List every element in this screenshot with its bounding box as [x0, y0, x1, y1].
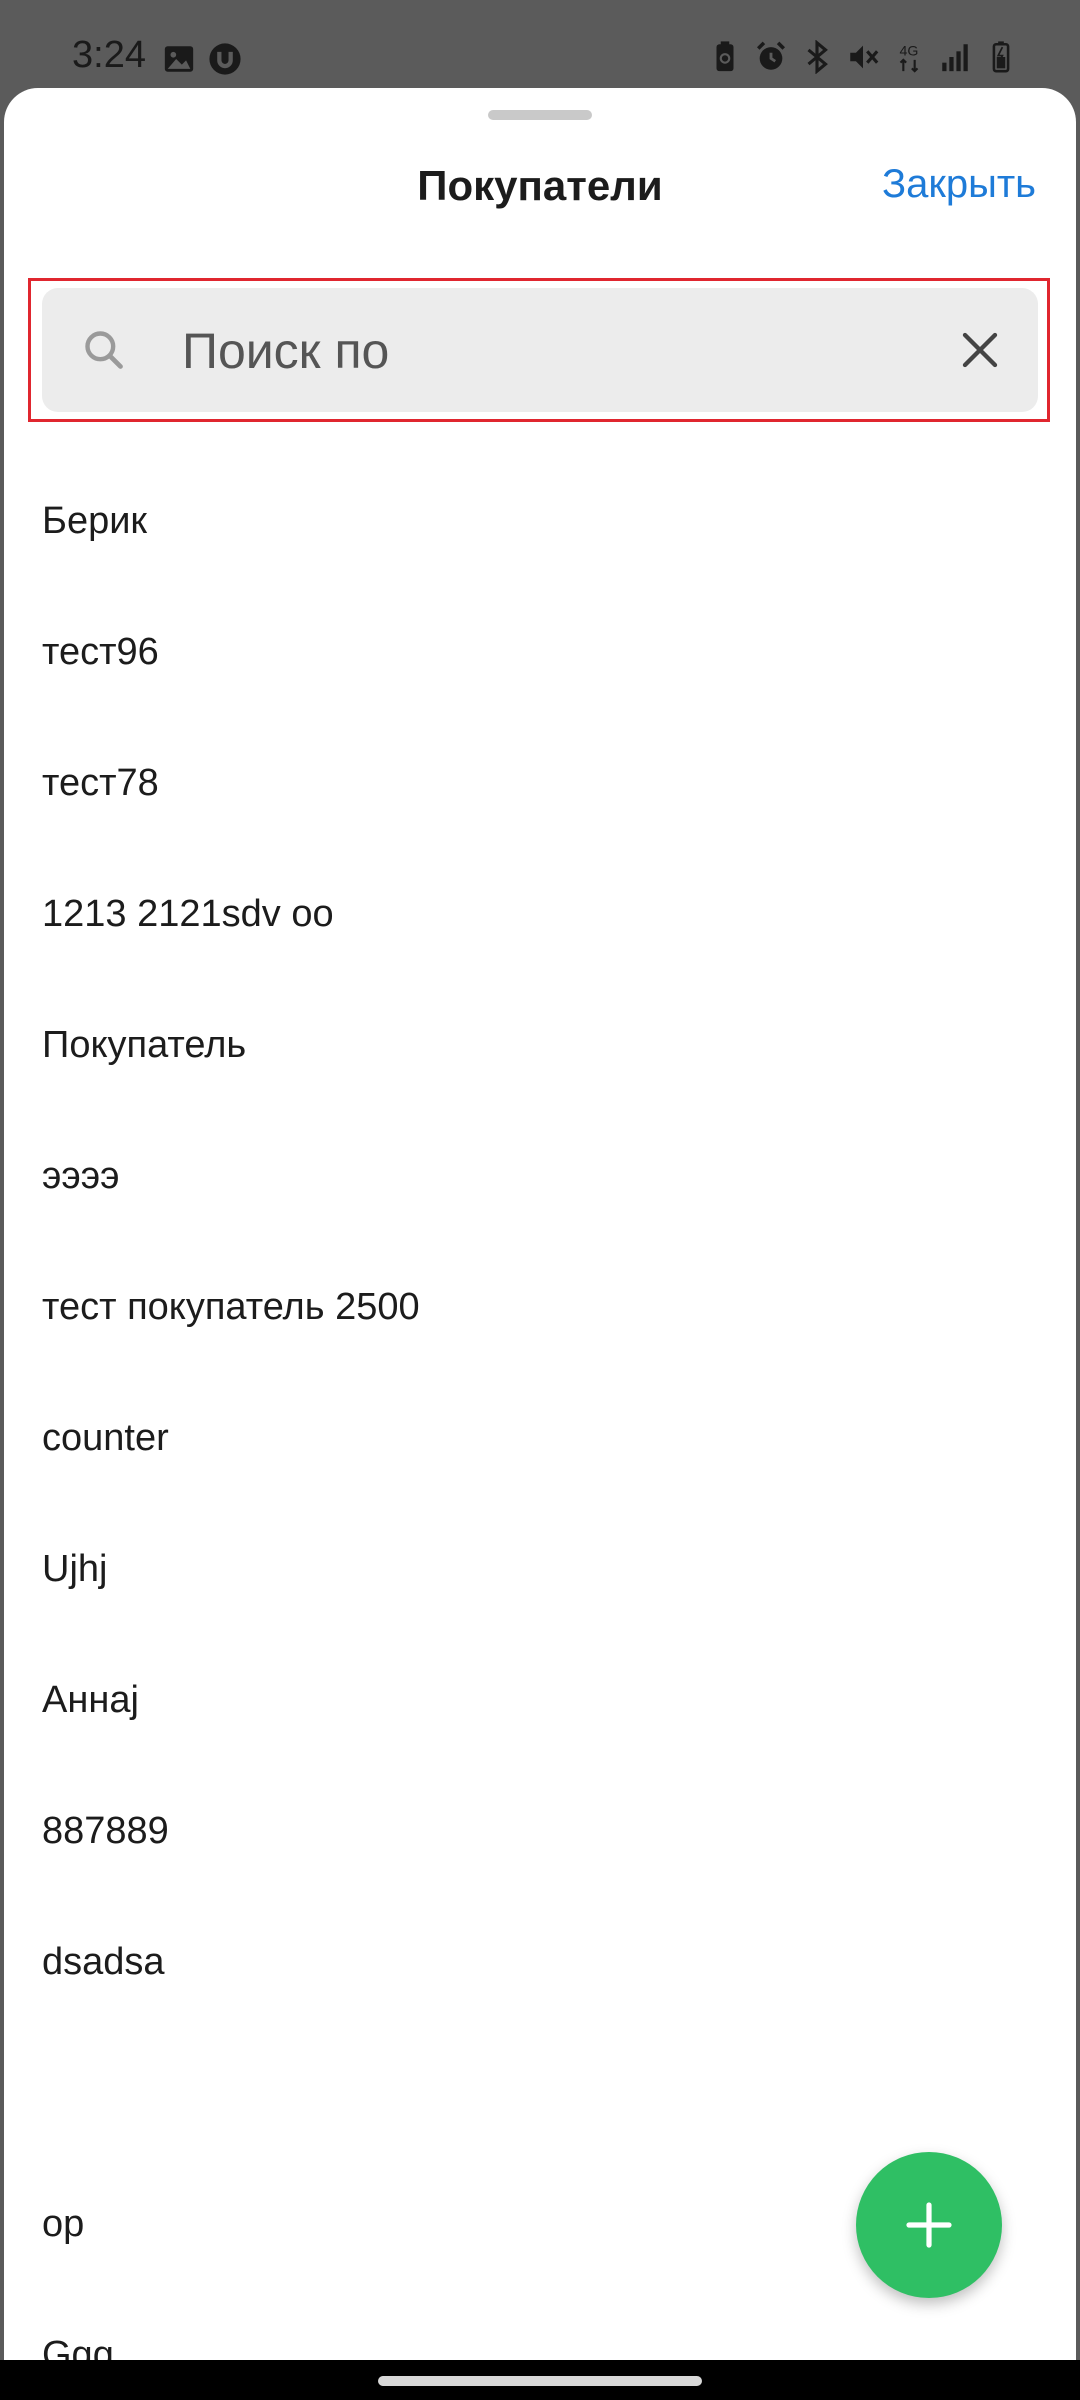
- list-item[interactable]: Покупатель: [42, 1024, 246, 1067]
- gallery-icon: [164, 46, 194, 72]
- close-button[interactable]: Закрыть: [882, 162, 1036, 207]
- list-item-empty[interactable]: [42, 2072, 942, 2118]
- list-item[interactable]: Ggg: [42, 2334, 114, 2360]
- list-item[interactable]: тест покупатель 2500: [42, 1286, 420, 1329]
- screen: 3:24 4G Покупатели Закрыть Поиск по Бери…: [0, 0, 1080, 2400]
- search-input[interactable]: [180, 314, 964, 388]
- status-left-icons: [162, 42, 242, 76]
- list-item[interactable]: ээээ: [42, 1155, 120, 1198]
- bluetooth-icon: [807, 40, 828, 74]
- mute-icon: [850, 45, 879, 69]
- home-indicator[interactable]: [378, 2376, 702, 2386]
- list-item[interactable]: op: [42, 2203, 84, 2246]
- status-bar: 3:24 4G: [0, 0, 1080, 88]
- network-label: 4G: [900, 44, 919, 60]
- list-item[interactable]: тест96: [42, 631, 159, 674]
- list-item[interactable]: counter: [42, 1417, 169, 1460]
- customers-bottom-sheet: Покупатели Закрыть Берик тест96 тест78 1…: [4, 88, 1076, 2360]
- plus-icon: [906, 2202, 952, 2248]
- list-item[interactable]: Берик: [42, 500, 147, 543]
- 4g-icon: 4G: [900, 44, 919, 73]
- list-item[interactable]: Ujhj: [42, 1548, 107, 1591]
- alarm-icon: [756, 41, 786, 70]
- search-box[interactable]: [42, 288, 1038, 412]
- battery-icon: [992, 41, 1010, 73]
- search-icon: [85, 331, 123, 369]
- status-right-icons: 4G: [708, 40, 1018, 74]
- list-item[interactable]: Аннаj: [42, 1679, 139, 1722]
- list-item[interactable]: 1213 2121sdv oo: [42, 893, 334, 936]
- navigation-bar: [0, 2360, 1080, 2400]
- add-customer-button[interactable]: [856, 2152, 1002, 2298]
- u-app-icon: [209, 43, 241, 75]
- status-time: 3:24: [72, 34, 146, 76]
- signal-icon: [942, 44, 968, 72]
- list-item[interactable]: тест78: [42, 762, 159, 805]
- list-item[interactable]: 887889: [42, 1810, 169, 1853]
- battery-saver-icon: [716, 41, 734, 72]
- list-item[interactable]: dsadsa: [42, 1941, 165, 1984]
- clear-icon[interactable]: [960, 330, 1000, 370]
- drag-handle[interactable]: [488, 110, 592, 120]
